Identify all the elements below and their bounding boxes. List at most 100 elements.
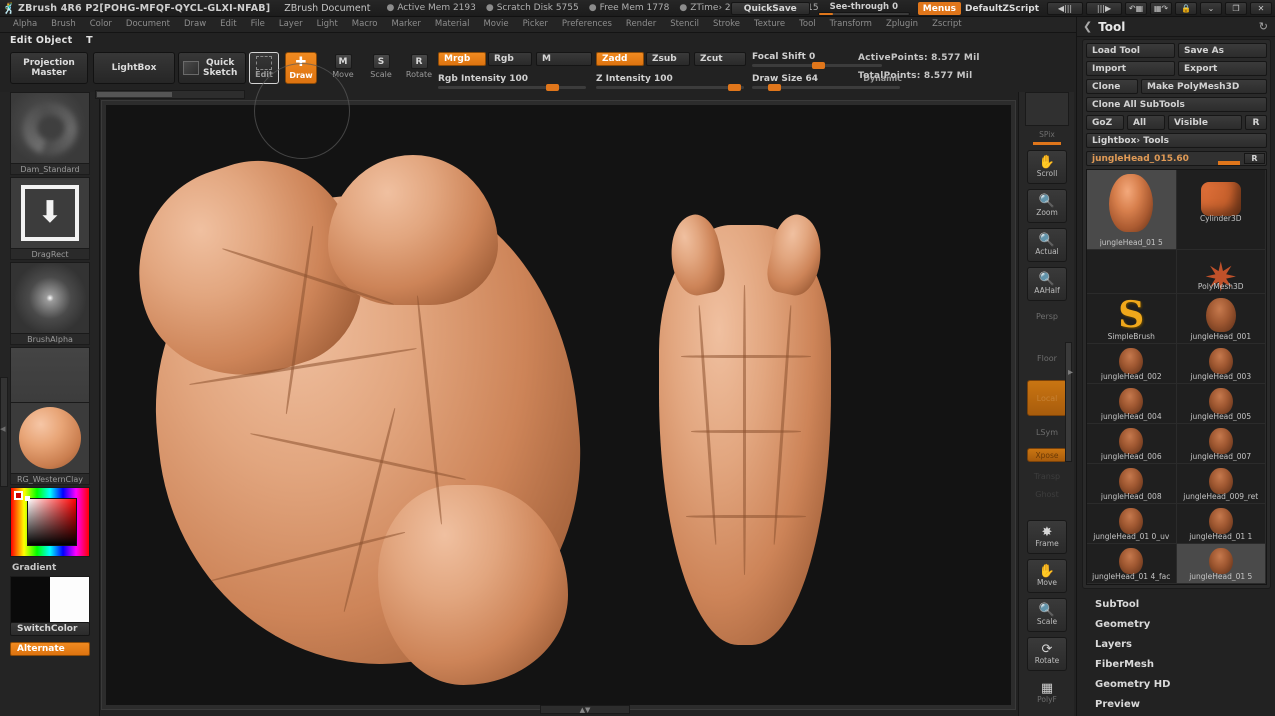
menu-item-stroke[interactable]: Stroke bbox=[706, 17, 747, 32]
tool-thumbnail-0[interactable]: jungleHead_01 5 bbox=[1087, 170, 1177, 250]
tool-thumbnail-15[interactable]: jungleHead_01 1 bbox=[1176, 504, 1266, 544]
menu-item-draw[interactable]: Draw bbox=[177, 17, 213, 32]
zadd-button[interactable]: Zadd bbox=[596, 52, 644, 66]
menu-item-zscript[interactable]: Zscript bbox=[925, 17, 969, 32]
close-icon[interactable]: ✕ bbox=[1250, 2, 1272, 15]
rgb-intensity-slider[interactable]: Rgb Intensity 100 bbox=[438, 74, 586, 91]
tool-thumbnail-14[interactable]: jungleHead_01 0_uv bbox=[1087, 504, 1177, 544]
menu-item-stencil[interactable]: Stencil bbox=[663, 17, 706, 32]
polyf-button[interactable]: ▦ PolyF bbox=[1027, 676, 1067, 710]
zcut-button[interactable]: Zcut bbox=[694, 52, 746, 66]
subpalette-layers[interactable]: Layers bbox=[1082, 635, 1271, 655]
right-strip-expand-icon[interactable]: ▸ bbox=[1068, 367, 1073, 378]
ghost-button[interactable]: Ghost bbox=[1027, 486, 1067, 502]
visible-button[interactable]: Visible bbox=[1168, 115, 1242, 130]
brush-selector[interactable]: Dam_Standard bbox=[10, 92, 90, 175]
menu-item-color[interactable]: Color bbox=[83, 17, 119, 32]
chevron-left-icon[interactable]: ❮ bbox=[1083, 20, 1092, 33]
menu-item-texture[interactable]: Texture bbox=[747, 17, 792, 32]
goz-button[interactable]: GoZ bbox=[1086, 115, 1124, 130]
menu-item-brush[interactable]: Brush bbox=[44, 17, 83, 32]
clone-button[interactable]: Clone bbox=[1086, 79, 1138, 94]
lsym-button[interactable]: LSym bbox=[1027, 422, 1067, 442]
material-selector[interactable]: RG_WesternClay bbox=[10, 402, 90, 485]
menu-item-layer[interactable]: Layer bbox=[272, 17, 310, 32]
tool-thumbnail-6[interactable]: jungleHead_002 bbox=[1087, 344, 1177, 384]
m-button[interactable]: M bbox=[536, 52, 592, 66]
floor-button[interactable]: Floor bbox=[1027, 350, 1067, 366]
z-intensity-slider[interactable]: Z Intensity 100 bbox=[596, 74, 744, 91]
canvas-scrollbar-bottom[interactable]: ▲▼ bbox=[540, 705, 630, 714]
lightbox-tools-button[interactable]: Lightbox› Tools bbox=[1086, 133, 1267, 148]
restore-icon[interactable]: ❐ bbox=[1225, 2, 1247, 15]
left-sidebar-collapse-icon[interactable]: ◂ bbox=[0, 422, 6, 435]
minimize-icon[interactable]: ⌄ bbox=[1200, 2, 1222, 15]
menu-item-material[interactable]: Material bbox=[428, 17, 477, 32]
zsub-button[interactable]: Zsub bbox=[646, 52, 690, 66]
menu-item-picker[interactable]: Picker bbox=[516, 17, 555, 32]
color-picker[interactable] bbox=[10, 487, 90, 557]
all-button[interactable]: All bbox=[1127, 115, 1165, 130]
load-tool-button[interactable]: Load Tool bbox=[1086, 43, 1175, 58]
tool-thumbnail-7[interactable]: jungleHead_003 bbox=[1176, 344, 1266, 384]
subpalette-geometry[interactable]: Geometry bbox=[1082, 615, 1271, 635]
subpalette-subtool[interactable]: SubTool bbox=[1082, 595, 1271, 615]
menu-item-render[interactable]: Render bbox=[619, 17, 663, 32]
mrgb-button[interactable]: Mrgb bbox=[438, 52, 486, 66]
color-picker-field[interactable] bbox=[27, 498, 77, 546]
tool-thumbnail-16[interactable]: jungleHead_01 4_fac bbox=[1087, 544, 1177, 584]
redo-history-icon[interactable]: ▦↷ bbox=[1150, 2, 1172, 15]
subpalette-fibermesh[interactable]: FiberMesh bbox=[1082, 655, 1271, 675]
main-color-swatch[interactable] bbox=[11, 577, 50, 627]
menu-item-tool[interactable]: Tool bbox=[792, 17, 823, 32]
rotate-nav-button[interactable]: ⟳ Rotate bbox=[1027, 637, 1067, 671]
local-button[interactable]: Local bbox=[1027, 380, 1067, 416]
tool-thumbnail-10[interactable]: jungleHead_006 bbox=[1087, 424, 1177, 464]
import-button[interactable]: Import bbox=[1086, 61, 1175, 76]
canvas-area[interactable]: M bbox=[101, 63, 1016, 710]
save-as-button[interactable]: Save As bbox=[1178, 43, 1267, 58]
tool-thumbnail-9[interactable]: jungleHead_005 bbox=[1176, 384, 1266, 424]
menu-item-document[interactable]: Document bbox=[119, 17, 177, 32]
clone-all-subtools-button[interactable]: Clone All SubTools bbox=[1086, 97, 1267, 112]
menu-item-marker[interactable]: Marker bbox=[385, 17, 428, 32]
tool-thumbnail-8[interactable]: jungleHead_004 bbox=[1087, 384, 1177, 424]
xpose-button[interactable]: Xpose bbox=[1027, 448, 1067, 462]
menu-item-zplugin[interactable]: Zplugin bbox=[879, 17, 925, 32]
current-tool-name-bar[interactable]: jungleHead_015.60 R bbox=[1086, 151, 1267, 166]
secondary-color-swatch[interactable] bbox=[50, 577, 89, 627]
tool-thumbnail-12[interactable]: jungleHead_008 bbox=[1087, 464, 1177, 504]
tool-thumbnail-5[interactable]: jungleHead_001 bbox=[1176, 294, 1266, 344]
scale-nav-button[interactable]: 🔍 Scale bbox=[1027, 598, 1067, 632]
frame-button[interactable]: ✸ Frame bbox=[1027, 520, 1067, 554]
tool-thumbnail-4[interactable]: S SimpleBrush bbox=[1087, 294, 1177, 344]
menu-item-movie[interactable]: Movie bbox=[476, 17, 515, 32]
next-page-icon[interactable]: |||▶ bbox=[1086, 2, 1122, 15]
prev-page-icon[interactable]: ◀||| bbox=[1047, 2, 1083, 15]
current-tool-r-button[interactable]: R bbox=[1244, 153, 1265, 164]
make-polymesh3d-button[interactable]: Make PolyMesh3D bbox=[1141, 79, 1267, 94]
canvas-viewport[interactable]: M bbox=[106, 63, 1011, 705]
menus-button[interactable]: Menus bbox=[917, 2, 962, 15]
see-through-rail[interactable] bbox=[817, 11, 910, 16]
tool-thumbnail-3[interactable]: ✷ PolyMesh3D bbox=[1176, 250, 1266, 294]
alpha-selector[interactable]: BrushAlpha bbox=[10, 262, 90, 345]
zoom-button[interactable]: 🔍 Zoom bbox=[1027, 189, 1067, 223]
transp-button[interactable]: Transp bbox=[1027, 468, 1067, 484]
menu-item-preferences[interactable]: Preferences bbox=[555, 17, 619, 32]
color-swatches[interactable] bbox=[10, 576, 90, 628]
export-button[interactable]: Export bbox=[1178, 61, 1267, 76]
lock-icon[interactable]: 🔒 bbox=[1175, 2, 1197, 15]
tool-thumbnail-11[interactable]: jungleHead_007 bbox=[1176, 424, 1266, 464]
sculpt-head-front[interactable] bbox=[651, 210, 841, 655]
spix-button[interactable]: SPix bbox=[1027, 128, 1067, 140]
switchcolor-button[interactable]: SwitchColor bbox=[10, 622, 90, 636]
rotate-mode-button[interactable]: R Rotate bbox=[404, 54, 434, 82]
menu-item-file[interactable]: File bbox=[244, 17, 272, 32]
menu-item-macro[interactable]: Macro bbox=[345, 17, 385, 32]
menu-item-edit[interactable]: Edit bbox=[213, 17, 243, 32]
scale-mode-button[interactable]: S Scale bbox=[366, 54, 396, 82]
rgb-button[interactable]: Rgb bbox=[488, 52, 532, 66]
undo-history-icon[interactable]: ↶▦ bbox=[1125, 2, 1147, 15]
subpalette-preview[interactable]: Preview bbox=[1082, 695, 1271, 715]
